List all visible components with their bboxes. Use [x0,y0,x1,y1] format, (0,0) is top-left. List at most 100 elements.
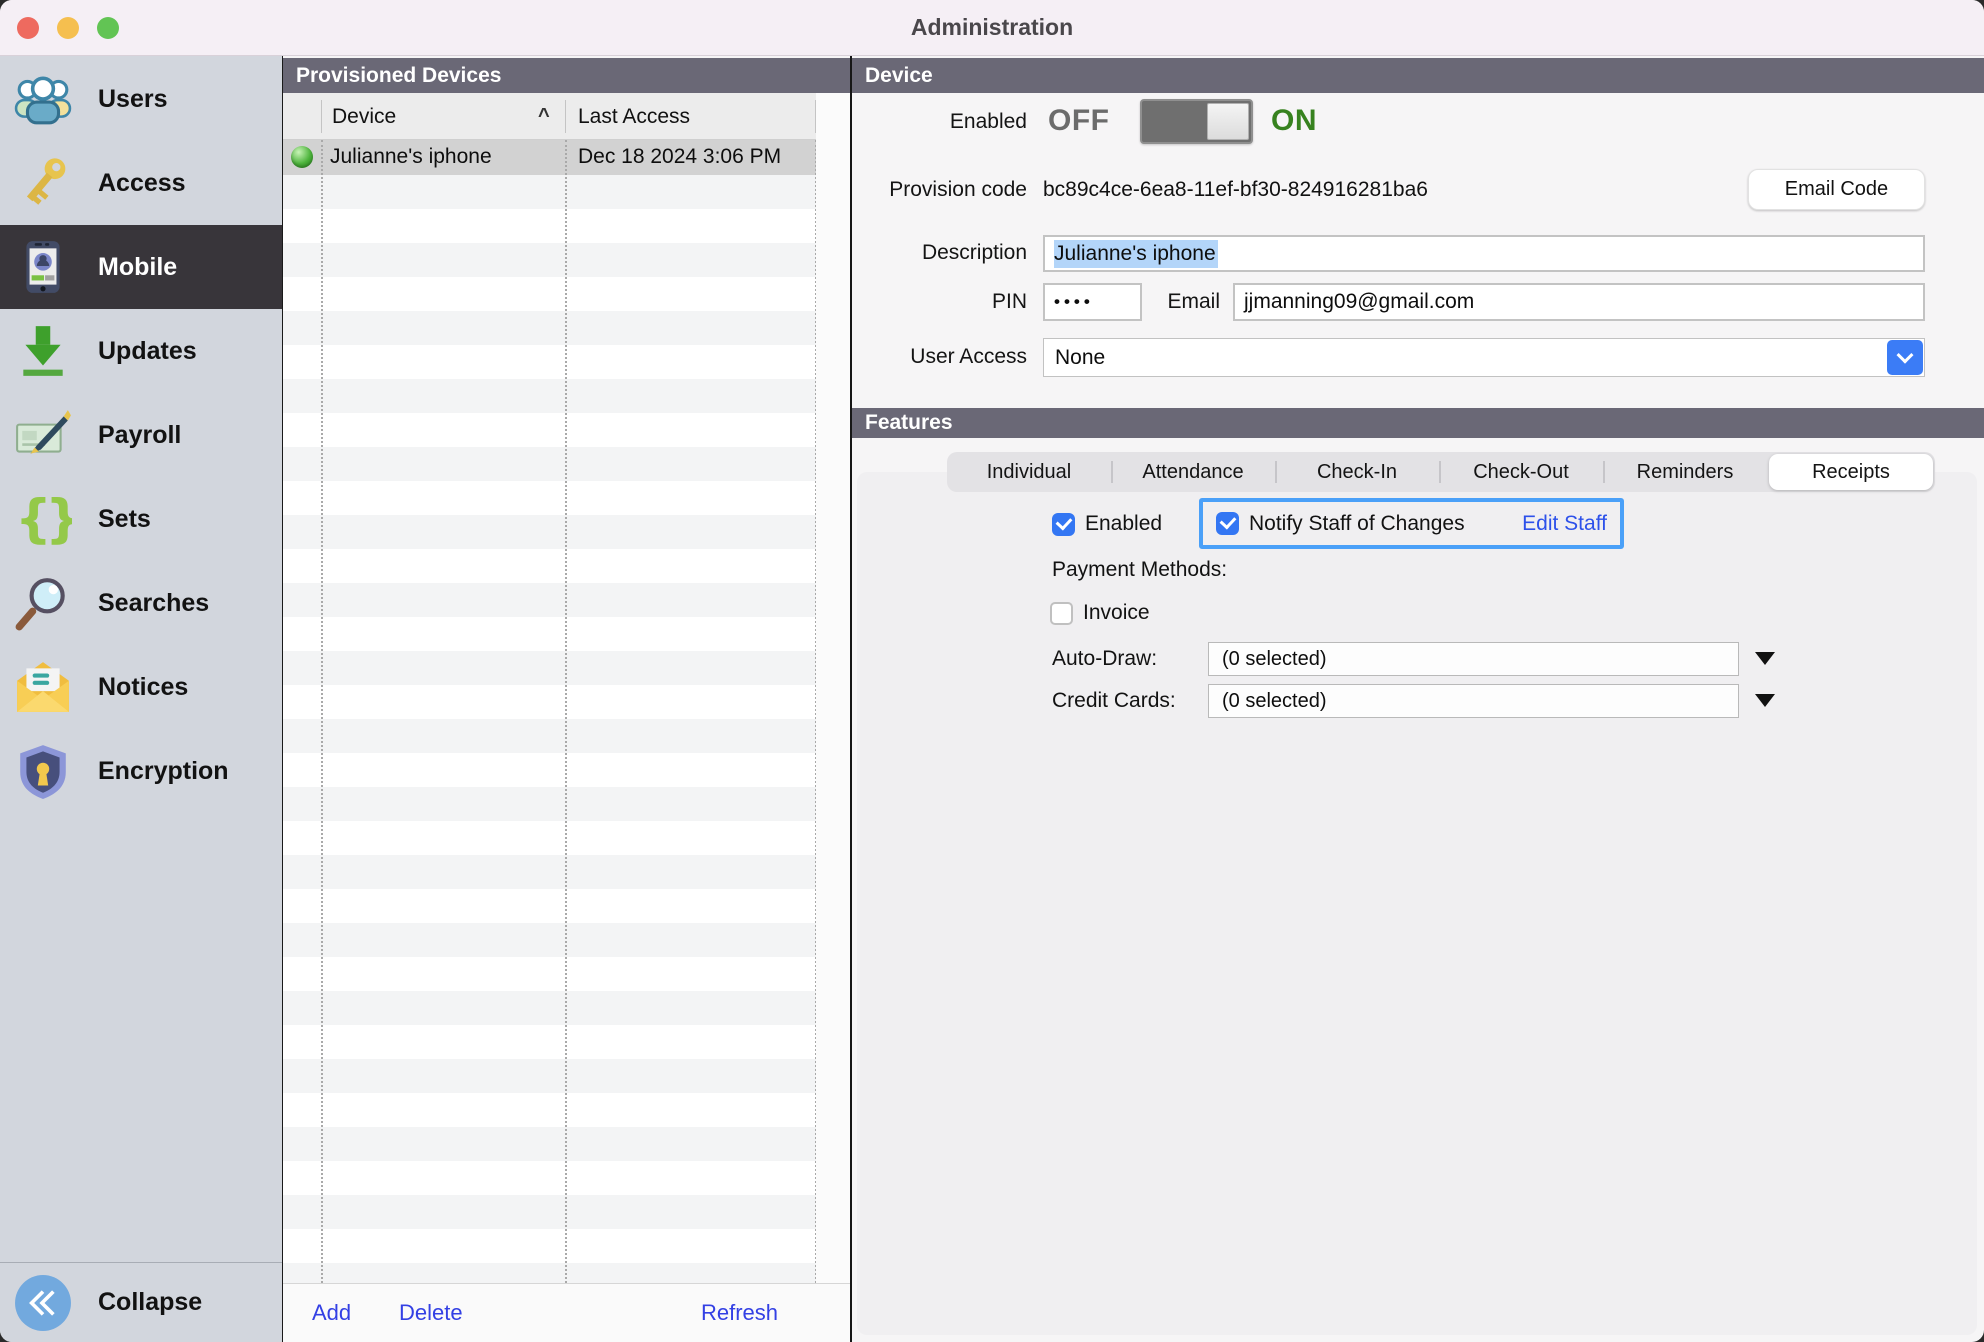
tab-attendance[interactable]: Attendance [1111,452,1275,492]
notify-staff-label: Notify Staff of Changes [1249,511,1465,535]
envelope-icon [17,662,69,712]
zoom-window-icon[interactable] [97,17,119,39]
enabled-toggle[interactable] [1140,99,1253,144]
empty-table-rows [283,175,816,1283]
tab-receipts[interactable]: Receipts [1769,454,1933,490]
tab-check-out[interactable]: Check-Out [1439,452,1603,492]
devices-table-header: Device ^ Last Access [283,93,816,140]
enabled-checkbox-label: Enabled [1085,512,1163,535]
user-access-value: None [1055,345,1106,369]
description-label: Description [921,241,1027,264]
device-name-cell: Julianne's iphone [330,145,492,168]
auto-draw-select[interactable]: (0 selected) [1208,642,1739,676]
credit-cards-label: Credit Cards: [1052,689,1176,712]
sidebar-item-encryption[interactable]: Encryption [0,729,282,813]
delete-device-button[interactable]: Delete [399,1300,463,1326]
mobile-icon [26,241,60,293]
devices-table: Device ^ Last Access Julianne's iphone D… [283,93,850,1283]
toggle-off-label: OFF [1048,104,1110,137]
credit-cards-select[interactable]: (0 selected) [1208,684,1739,718]
auto-draw-dropdown-arrow-icon[interactable] [1755,652,1775,665]
email-code-button[interactable]: Email Code [1748,169,1925,210]
features-tab-bar: Individual Attendance Check-In Check-Out… [947,452,1935,492]
last-access-cell: Dec 18 2024 3:06 PM [578,145,782,168]
invoice-row: Invoice [1050,601,1150,625]
features-section-header: Features [852,408,1984,438]
sidebar-item-label: Sets [98,504,151,533]
sidebar-item-notices[interactable]: Notices [0,645,282,729]
device-section-title: Device [865,63,933,87]
sidebar: Users Access Mobile Updates Payroll {Se… [0,56,283,1342]
user-access-label: User Access [910,345,1027,368]
user-access-select[interactable]: None [1043,338,1925,377]
toggle-on-label: ON [1271,104,1317,137]
column-header-device[interactable]: Device [332,105,396,129]
receipts-enabled-row: Enabled [1052,512,1162,536]
enabled-label: Enabled [949,110,1027,133]
refresh-devices-button[interactable]: Refresh [701,1300,778,1326]
edit-staff-link[interactable]: Edit Staff [1522,512,1607,536]
tab-individual[interactable]: Individual [947,452,1111,492]
sidebar-item-payroll[interactable]: Payroll [0,393,282,477]
provision-code-value: bc89c4ce-6ea8-11ef-bf30-824916281ba6 [1043,178,1428,201]
braces-icon: { } [15,490,72,548]
device-section-header: Device [852,58,1984,93]
user-access-dropdown-button[interactable] [1887,340,1923,375]
column-divider [321,140,323,1283]
sidebar-item-label: Searches [98,588,210,617]
collapse-chevrons-icon [15,1274,71,1331]
email-label: Email [1167,290,1220,313]
title-bar: Administration [0,0,1984,56]
enabled-checkbox[interactable] [1052,512,1075,536]
minimize-window-icon[interactable] [57,17,79,39]
sidebar-item-label: Mobile [98,252,178,281]
sidebar-item-updates[interactable]: Updates [0,309,282,393]
column-divider [565,140,567,1283]
provision-code-label: Provision code [889,178,1027,201]
collapse-sidebar-button[interactable]: Collapse [0,1262,282,1342]
sidebar-item-users[interactable]: Users [0,57,282,141]
column-header-last-access[interactable]: Last Access [578,105,690,129]
tab-content-panel [857,472,1977,1335]
provisioned-devices-title: Provisioned Devices [296,63,502,87]
sidebar-item-mobile[interactable]: Mobile [0,225,282,309]
credit-cards-dropdown-arrow-icon[interactable] [1755,694,1775,707]
description-field[interactable]: Julianne's iphone [1043,235,1925,272]
window-title: Administration [910,14,1074,40]
shield-icon [20,745,66,799]
devices-footer: Add Delete Refresh [283,1283,850,1342]
pin-field[interactable]: •••• [1043,283,1142,321]
pin-label: PIN [991,290,1027,313]
scrollbar-track[interactable] [816,93,850,1283]
email-field[interactable]: jjmanning09@gmail.com [1233,283,1925,321]
users-icon [14,76,72,125]
notify-staff-highlight-box: Notify Staff of Changes Edit Staff [1199,498,1624,549]
online-status-icon [291,146,313,168]
svg-text:}: } [45,490,72,548]
notify-staff-checkbox[interactable] [1216,512,1239,535]
description-selected-text: Julianne's iphone [1054,239,1218,268]
sidebar-item-label: Updates [98,336,197,365]
tab-check-in[interactable]: Check-In [1275,452,1439,492]
sort-ascending-icon[interactable]: ^ [538,105,550,128]
sidebar-item-label: Encryption [98,756,229,785]
sidebar-item-searches[interactable]: Searches [0,561,282,645]
add-device-button[interactable]: Add [312,1300,351,1326]
sidebar-item-sets[interactable]: { } Sets [0,477,282,561]
close-window-icon[interactable] [17,17,39,39]
collapse-label: Collapse [98,1288,203,1316]
tab-reminders[interactable]: Reminders [1603,452,1767,492]
download-icon [23,326,63,376]
toggle-knob [1207,103,1249,140]
sidebar-item-label: Users [98,84,168,113]
chevron-down-icon [1896,346,1914,364]
sidebar-item-label: Access [98,168,186,197]
invoice-checkbox[interactable] [1050,601,1073,625]
key-icon [26,158,66,205]
table-row[interactable]: Julianne's iphone Dec 18 2024 3:06 PM [283,140,816,175]
check-pen-icon [16,410,71,454]
email-code-button-label: Email Code [1784,178,1889,200]
sidebar-item-access[interactable]: Access [0,141,282,225]
invoice-label: Invoice [1083,601,1150,624]
features-section-title: Features [865,411,953,434]
